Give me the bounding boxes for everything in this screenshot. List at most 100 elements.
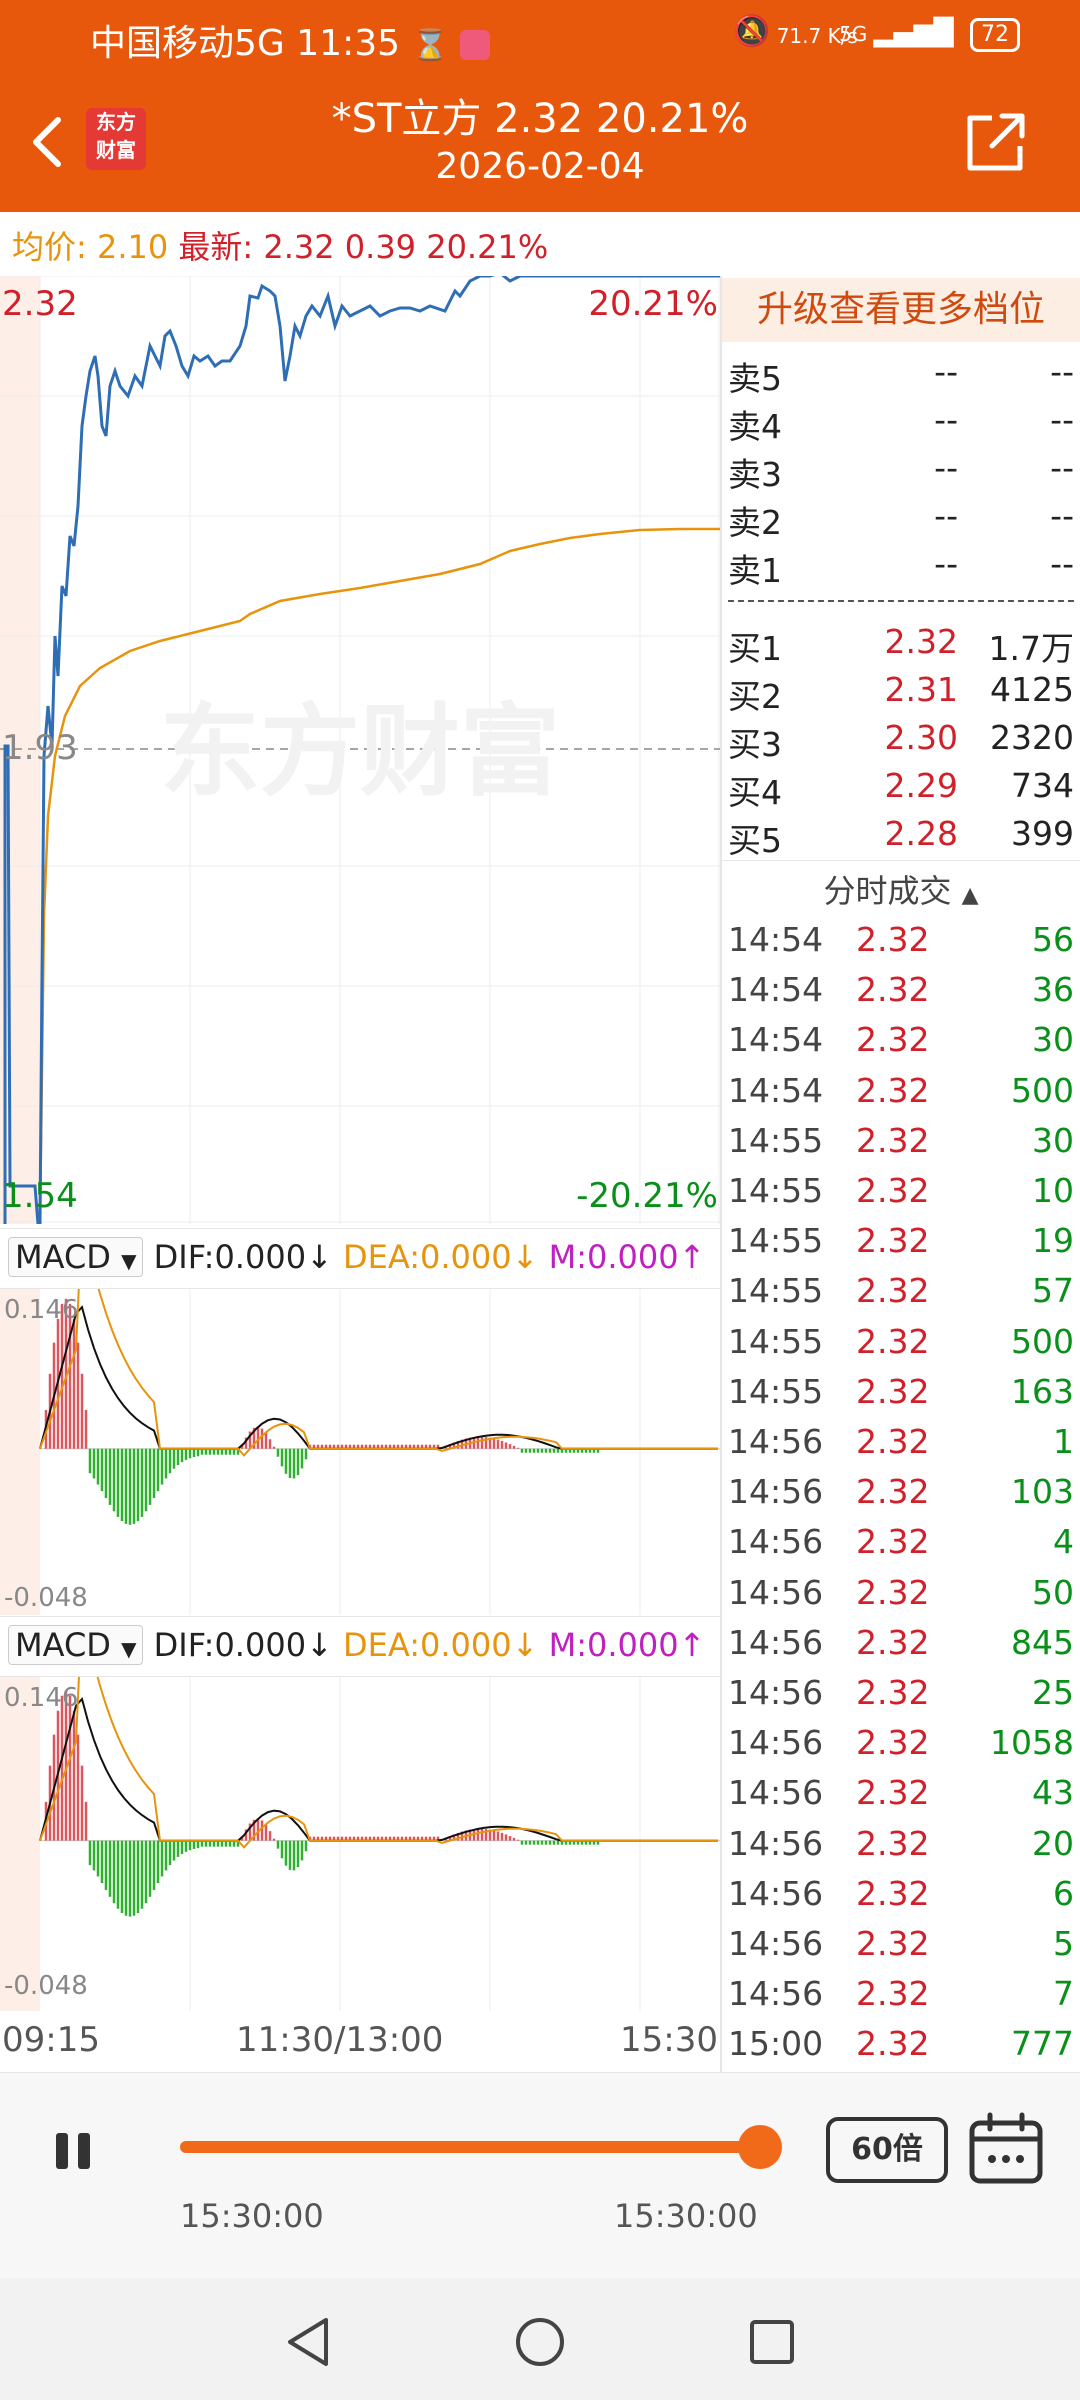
- progress-fill: [180, 2141, 760, 2153]
- macd-chart-1[interactable]: 0.146 -0.048: [0, 1288, 720, 1615]
- trade-row: 14:55 2.32 500: [728, 1322, 1074, 1372]
- trades-separator: [722, 860, 1080, 861]
- progress-track[interactable]: [180, 2125, 782, 2169]
- trade-volume: 56: [1032, 920, 1074, 959]
- trade-price: 2.32: [856, 1472, 930, 1512]
- trade-price: 2.32: [856, 1020, 930, 1060]
- macd-indicator-bar-1: MACD ▼ DIF:0.000↓ DEA:0.000↓ M:0.000↑: [0, 1228, 720, 1287]
- trade-row: 14:56 2.32 25: [728, 1673, 1074, 1723]
- trade-price: 2.32: [856, 1673, 930, 1712]
- macd-chart-2[interactable]: 0.146 -0.048: [0, 1676, 720, 2011]
- trade-volume: 57: [1032, 1271, 1074, 1311]
- nav-home-icon[interactable]: [512, 2314, 568, 2370]
- speed-button[interactable]: 60倍: [826, 2117, 948, 2183]
- trade-volume: 30: [1032, 1120, 1074, 1160]
- trade-time: 14:56: [728, 1873, 824, 1913]
- trade-time: 14:54: [728, 1070, 824, 1110]
- change-pct: 20.21%: [426, 228, 549, 266]
- top-bar: 中国移动5G 11:35 ⌛ 🔕 71.7 K/s 5G ▂▄▆█ 72 东方财…: [0, 0, 1080, 212]
- bid-vol: 399: [1011, 814, 1074, 853]
- trade-time: 14:55: [728, 1120, 824, 1160]
- signal-type: 5G: [839, 22, 868, 46]
- ask-row: 卖3 -- --: [728, 448, 1074, 496]
- trade-volume: 10: [1032, 1171, 1074, 1210]
- trade-price: 2.32: [856, 1221, 930, 1261]
- intraday-chart[interactable]: 东方财富 2.32 20.21% 1.93 1.54 -20.21%: [0, 276, 720, 1224]
- trade-row: 14:56 2.32 1: [728, 1422, 1074, 1472]
- trade-price: 2.32: [856, 1773, 930, 1813]
- carrier-label: 中国移动5G: [90, 23, 285, 64]
- trade-row: 14:54 2.32 500: [728, 1071, 1074, 1121]
- status-bar: 中国移动5G 11:35 ⌛ 🔕 71.7 K/s 5G ▂▄▆█ 72: [0, 0, 1080, 76]
- ask-vol: --: [1050, 400, 1074, 439]
- ask-label: 卖2: [728, 503, 782, 542]
- latest-value: 2.32: [263, 228, 335, 266]
- trade-row: 14:56 2.32 1058: [728, 1723, 1074, 1773]
- panel-divider: [720, 276, 722, 2072]
- nav-back-icon[interactable]: [280, 2314, 336, 2370]
- trade-time: 14:54: [728, 920, 824, 959]
- bid-label: 买4: [728, 773, 782, 812]
- trade-time: 14:56: [728, 1522, 824, 1562]
- trade-row: 14:56 2.32 43: [728, 1773, 1074, 1823]
- macd-selector-1[interactable]: MACD ▼: [8, 1237, 144, 1277]
- progress-thumb[interactable]: [738, 2125, 782, 2169]
- status-right: 🔕 71.7 K/s 5G ▂▄▆█ 72: [733, 14, 1020, 52]
- ask-vol: --: [1050, 352, 1074, 391]
- price-high-label: 2.32: [2, 284, 78, 324]
- trade-time: 15:00: [728, 2024, 824, 2064]
- trade-row: 14:56 2.32 103: [728, 1472, 1074, 1522]
- dif-arrow-icon: ↓: [306, 1626, 333, 1664]
- trade-price: 2.32: [856, 920, 930, 959]
- trade-row: 14:55 2.32 163: [728, 1372, 1074, 1422]
- ask-label: 卖1: [728, 551, 782, 590]
- trade-time: 14:55: [728, 1371, 824, 1411]
- trade-row: 14:56 2.32 5: [728, 1924, 1074, 1974]
- trade-time: 14:55: [728, 1171, 824, 1210]
- trade-price: 2.32: [856, 1321, 930, 1361]
- pause-icon[interactable]: [50, 2127, 100, 2177]
- ask-row: 卖5 -- --: [728, 352, 1074, 400]
- bid-vol: 734: [1011, 766, 1074, 805]
- trade-time: 14:54: [728, 1020, 824, 1060]
- trade-time: 14:56: [728, 1773, 824, 1813]
- trade-time: 14:56: [728, 1823, 824, 1863]
- trades-header[interactable]: 分时成交 ▲: [722, 866, 1080, 912]
- system-nav-bar: [0, 2278, 1080, 2400]
- avg-price-line: [38, 527, 720, 1224]
- trade-row: 15:00 2.32 777: [728, 2024, 1074, 2074]
- dif-value: DIF:0.000: [153, 1626, 307, 1664]
- ask-row: 卖4 -- --: [728, 400, 1074, 448]
- bid-row: 买2 2.31 4125: [728, 670, 1074, 718]
- nav-recents-icon[interactable]: [744, 2314, 800, 2370]
- trade-time: 14:56: [728, 1723, 824, 1763]
- ask-row: 卖2 -- --: [728, 496, 1074, 544]
- trade-time: 14:56: [728, 1974, 824, 2014]
- bid-price: 2.28: [884, 814, 958, 853]
- macd-selector-2[interactable]: MACD ▼: [8, 1625, 144, 1665]
- speed-label: 60倍: [851, 2132, 923, 2167]
- ask-row: 卖1 -- --: [728, 544, 1074, 592]
- triangle-up-icon: ▲: [961, 883, 979, 908]
- ask-label: 卖5: [728, 359, 782, 398]
- ask-label: 卖4: [728, 407, 782, 446]
- ask-price: --: [934, 496, 958, 535]
- macd-ymin-2: -0.048: [4, 1971, 88, 2001]
- trades-header-label: 分时成交: [823, 872, 952, 910]
- trade-price: 2.32: [856, 1070, 930, 1110]
- trade-volume: 36: [1032, 970, 1074, 1010]
- trade-row: 14:55 2.32 10: [728, 1171, 1074, 1221]
- dea-line: [39, 1289, 718, 1457]
- dea-value: DEA:0.000: [343, 1626, 512, 1664]
- trade-row: 14:55 2.32 30: [728, 1121, 1074, 1171]
- trade-volume: 43: [1032, 1773, 1074, 1813]
- bid-row: 买1 2.32 1.7万: [728, 622, 1074, 670]
- trade-volume: 30: [1032, 1020, 1074, 1060]
- bid-vol: 2320: [990, 718, 1074, 757]
- mute-icon: 🔕: [732, 14, 771, 49]
- external-link-icon[interactable]: [962, 110, 1028, 176]
- calendar-icon[interactable]: [966, 2111, 1046, 2187]
- upgrade-depth-button[interactable]: 升级查看更多档位: [722, 278, 1080, 342]
- playback-start-time: 15:30:00: [180, 2197, 324, 2235]
- trade-volume: 163: [1011, 1371, 1074, 1411]
